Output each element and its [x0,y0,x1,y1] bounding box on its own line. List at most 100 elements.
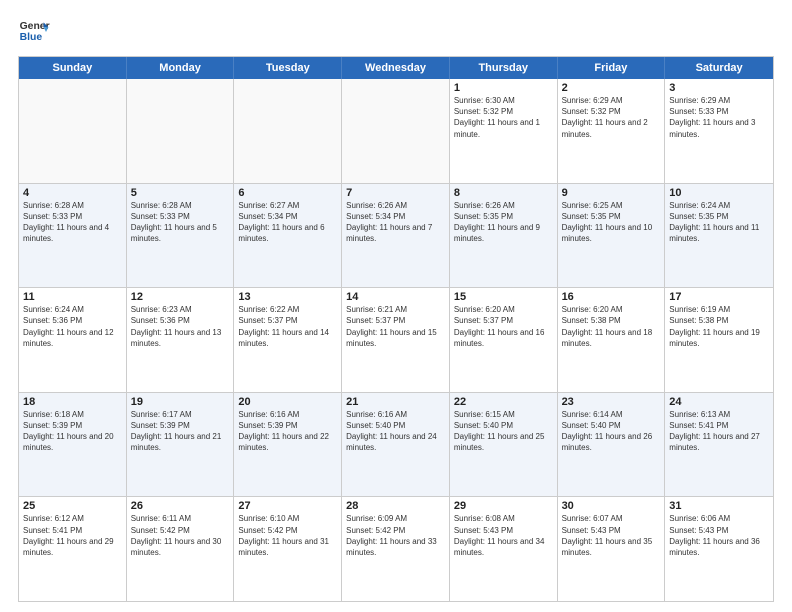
day-number: 23 [562,396,661,408]
day-info: Sunrise: 6:16 AMSunset: 5:40 PMDaylight:… [346,409,445,454]
day-number: 4 [23,187,122,199]
day-info: Sunrise: 6:19 AMSunset: 5:38 PMDaylight:… [669,304,769,349]
day-info: Sunrise: 6:10 AMSunset: 5:42 PMDaylight:… [238,513,337,558]
calendar-cell: 14Sunrise: 6:21 AMSunset: 5:37 PMDayligh… [342,288,450,392]
day-info: Sunrise: 6:23 AMSunset: 5:36 PMDaylight:… [131,304,230,349]
calendar-header-cell: Wednesday [342,57,450,79]
calendar-cell: 1Sunrise: 6:30 AMSunset: 5:32 PMDaylight… [450,79,558,183]
day-info: Sunrise: 6:12 AMSunset: 5:41 PMDaylight:… [23,513,122,558]
day-number: 24 [669,396,769,408]
calendar-header-cell: Thursday [450,57,558,79]
day-number: 31 [669,500,769,512]
day-info: Sunrise: 6:30 AMSunset: 5:32 PMDaylight:… [454,95,553,140]
day-number: 11 [23,291,122,303]
day-number: 2 [562,82,661,94]
calendar-week: 11Sunrise: 6:24 AMSunset: 5:36 PMDayligh… [19,288,773,393]
calendar-cell: 24Sunrise: 6:13 AMSunset: 5:41 PMDayligh… [665,393,773,497]
calendar-cell: 11Sunrise: 6:24 AMSunset: 5:36 PMDayligh… [19,288,127,392]
calendar-cell: 30Sunrise: 6:07 AMSunset: 5:43 PMDayligh… [558,497,666,601]
calendar-cell [234,79,342,183]
calendar-header-cell: Monday [127,57,235,79]
day-info: Sunrise: 6:24 AMSunset: 5:36 PMDaylight:… [23,304,122,349]
calendar-cell [342,79,450,183]
day-info: Sunrise: 6:26 AMSunset: 5:34 PMDaylight:… [346,200,445,245]
day-number: 27 [238,500,337,512]
day-number: 12 [131,291,230,303]
day-info: Sunrise: 6:07 AMSunset: 5:43 PMDaylight:… [562,513,661,558]
calendar-body: 1Sunrise: 6:30 AMSunset: 5:32 PMDaylight… [19,79,773,602]
day-number: 19 [131,396,230,408]
day-number: 26 [131,500,230,512]
day-number: 17 [669,291,769,303]
calendar-cell: 25Sunrise: 6:12 AMSunset: 5:41 PMDayligh… [19,497,127,601]
day-info: Sunrise: 6:18 AMSunset: 5:39 PMDaylight:… [23,409,122,454]
calendar-cell [127,79,235,183]
calendar-week: 4 Sunrise: 6:28 AMSunset: 5:33 PMDaylight… [19,184,773,289]
calendar-cell: 16Sunrise: 6:20 AMSunset: 5:38 PMDayligh… [558,288,666,392]
day-number: 15 [454,291,553,303]
calendar-cell: 2Sunrise: 6:29 AMSunset: 5:32 PMDaylight… [558,79,666,183]
calendar-cell: 18Sunrise: 6:18 AMSunset: 5:39 PMDayligh… [19,393,127,497]
day-number: 14 [346,291,445,303]
day-info: Sunrise: 6:21 AMSunset: 5:37 PMDaylight:… [346,304,445,349]
day-info: Sunrise: 6:15 AMSunset: 5:40 PMDaylight:… [454,409,553,454]
svg-text:Blue: Blue [20,32,43,43]
calendar-cell: 21Sunrise: 6:16 AMSunset: 5:40 PMDayligh… [342,393,450,497]
day-number: 16 [562,291,661,303]
day-info: Sunrise: 6:08 AMSunset: 5:43 PMDaylight:… [454,513,553,558]
day-number: 18 [23,396,122,408]
calendar-cell: 7Sunrise: 6:26 AMSunset: 5:34 PMDaylight… [342,184,450,288]
calendar-header-cell: Tuesday [234,57,342,79]
calendar-cell: 3Sunrise: 6:29 AMSunset: 5:33 PMDaylight… [665,79,773,183]
day-info: Sunrise: 6:16 AMSunset: 5:39 PMDaylight:… [238,409,337,454]
day-number: 10 [669,187,769,199]
day-number: 7 [346,187,445,199]
calendar-cell: 15Sunrise: 6:20 AMSunset: 5:37 PMDayligh… [450,288,558,392]
logo: General Blue [18,16,50,48]
calendar-cell: 10Sunrise: 6:24 AMSunset: 5:35 PMDayligh… [665,184,773,288]
day-info: Sunrise: 6:22 AMSunset: 5:37 PMDaylight:… [238,304,337,349]
day-number: 1 [454,82,553,94]
logo-icon: General Blue [18,16,50,48]
day-info: Sunrise: 6:20 AMSunset: 5:37 PMDaylight:… [454,304,553,349]
day-info: Sunrise: 6:24 AMSunset: 5:35 PMDaylight:… [669,200,769,245]
day-info: Sunrise: 6:28 AMSunset: 5:33 PMDaylight:… [131,200,230,245]
calendar-cell: 8Sunrise: 6:26 AMSunset: 5:35 PMDaylight… [450,184,558,288]
day-info: Sunrise: 6:29 AMSunset: 5:32 PMDaylight:… [562,95,661,140]
calendar-cell: 23Sunrise: 6:14 AMSunset: 5:40 PMDayligh… [558,393,666,497]
day-number: 25 [23,500,122,512]
day-number: 5 [131,187,230,199]
calendar-cell: 5Sunrise: 6:28 AMSunset: 5:33 PMDaylight… [127,184,235,288]
day-number: 13 [238,291,337,303]
day-number: 9 [562,187,661,199]
day-number: 3 [669,82,769,94]
header: General Blue [18,16,774,48]
calendar-cell: 28Sunrise: 6:09 AMSunset: 5:42 PMDayligh… [342,497,450,601]
calendar-cell: 12Sunrise: 6:23 AMSunset: 5:36 PMDayligh… [127,288,235,392]
day-info: Sunrise: 6:06 AMSunset: 5:43 PMDaylight:… [669,513,769,558]
calendar-cell: 17Sunrise: 6:19 AMSunset: 5:38 PMDayligh… [665,288,773,392]
day-number: 20 [238,396,337,408]
calendar: SundayMondayTuesdayWednesdayThursdayFrid… [18,56,774,602]
day-number: 22 [454,396,553,408]
page: General Blue SundayMondayTuesdayWednesda… [0,0,792,612]
day-info: Sunrise: 6:14 AMSunset: 5:40 PMDaylight:… [562,409,661,454]
calendar-cell: 19Sunrise: 6:17 AMSunset: 5:39 PMDayligh… [127,393,235,497]
calendar-header-cell: Saturday [665,57,773,79]
day-info: Sunrise: 6:09 AMSunset: 5:42 PMDaylight:… [346,513,445,558]
calendar-header: SundayMondayTuesdayWednesdayThursdayFrid… [19,57,773,79]
day-info: Sunrise: 6:26 AMSunset: 5:35 PMDaylight:… [454,200,553,245]
day-info: Sunrise: 6:25 AMSunset: 5:35 PMDaylight:… [562,200,661,245]
calendar-week: 1Sunrise: 6:30 AMSunset: 5:32 PMDaylight… [19,79,773,184]
calendar-cell: 20Sunrise: 6:16 AMSunset: 5:39 PMDayligh… [234,393,342,497]
calendar-cell: 9Sunrise: 6:25 AMSunset: 5:35 PMDaylight… [558,184,666,288]
calendar-header-cell: Friday [558,57,666,79]
calendar-header-cell: Sunday [19,57,127,79]
day-info: Sunrise: 6:29 AMSunset: 5:33 PMDaylight:… [669,95,769,140]
calendar-week: 18Sunrise: 6:18 AMSunset: 5:39 PMDayligh… [19,393,773,498]
day-number: 6 [238,187,337,199]
day-info: Sunrise: 6:11 AMSunset: 5:42 PMDaylight:… [131,513,230,558]
day-info: Sunrise: 6:17 AMSunset: 5:39 PMDaylight:… [131,409,230,454]
calendar-cell: 13Sunrise: 6:22 AMSunset: 5:37 PMDayligh… [234,288,342,392]
calendar-week: 25Sunrise: 6:12 AMSunset: 5:41 PMDayligh… [19,497,773,602]
